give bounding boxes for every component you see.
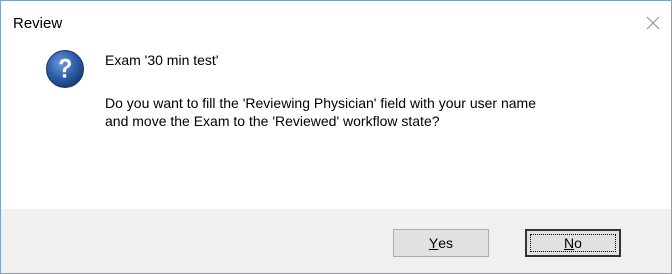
window-title: Review: [13, 15, 63, 32]
review-dialog: Review Exam '30 min test' Do you want to…: [0, 0, 672, 274]
focus-rectangle: [530, 234, 616, 252]
yes-button-label: es: [438, 235, 454, 251]
exam-title: Exam '30 min test': [105, 52, 219, 68]
no-button[interactable]: No: [525, 229, 621, 257]
yes-button-mnemonic: Y: [428, 235, 439, 251]
title-bar[interactable]: Review: [1, 1, 671, 45]
close-icon[interactable]: [643, 13, 663, 33]
question-icon: [45, 49, 85, 89]
button-bar: Yes No: [1, 209, 671, 273]
yes-button[interactable]: Yes: [393, 229, 489, 257]
dialog-message: Do you want to fill the 'Reviewing Physi…: [105, 95, 536, 129]
